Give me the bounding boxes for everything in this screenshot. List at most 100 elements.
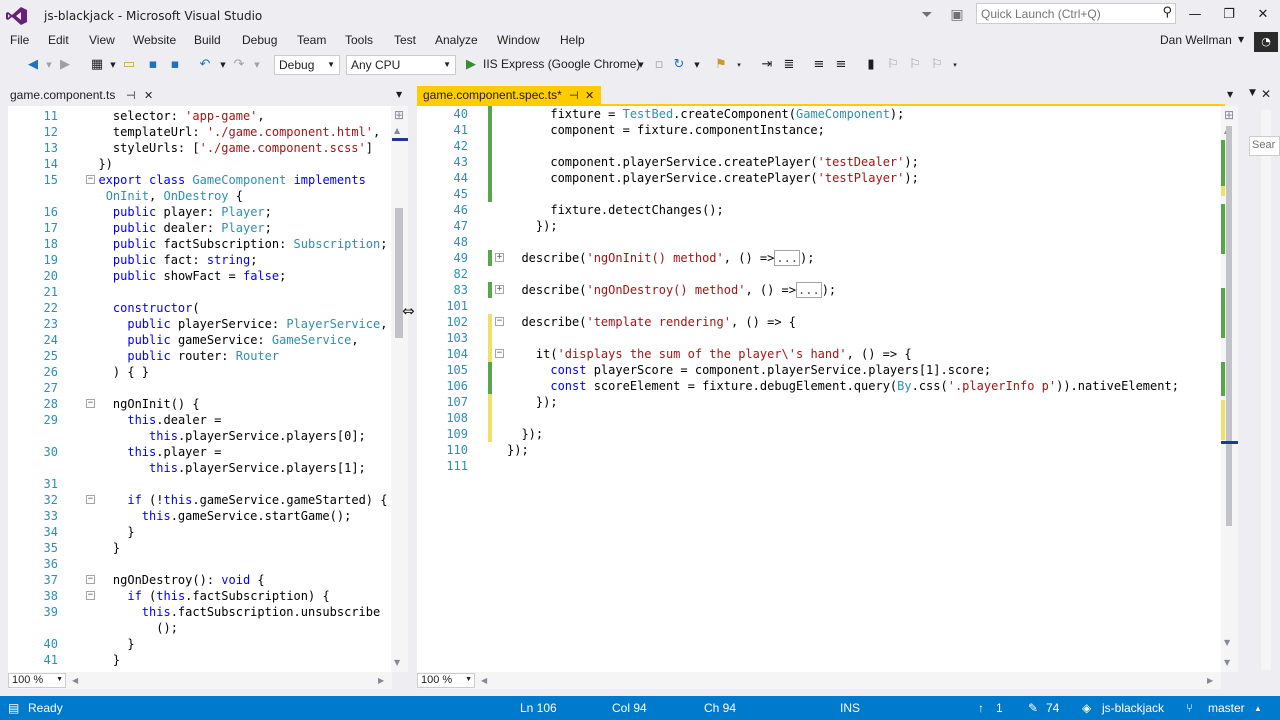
code-line[interactable]: 23 public playerService: PlayerService, <box>8 316 392 332</box>
scroll-right-icon[interactable]: ▶ <box>1207 676 1213 685</box>
quick-launch[interactable]: ⚲ <box>976 3 1176 24</box>
code-line[interactable]: 20 public showFact = false; <box>8 268 392 284</box>
code-line[interactable]: 108 <box>417 410 1221 426</box>
chevron-down-icon[interactable]: ▼ <box>1227 90 1233 99</box>
menu-analyze[interactable]: Analyze <box>435 33 478 47</box>
left-vertical-scrollbar[interactable]: ⊞ ▲ ▼ <box>391 106 408 672</box>
code-line[interactable]: 30 this.player = <box>8 444 392 460</box>
code-line[interactable]: 11 selector: 'app-game', <box>8 108 392 124</box>
code-line[interactable]: 40 fixture = TestBed.createComponent(Gam… <box>417 106 1221 122</box>
repository-icon[interactable]: ◈ <box>1082 701 1091 715</box>
forward-icon[interactable]: ▶ <box>56 56 74 74</box>
status-unpushed-count[interactable]: 1 <box>996 701 1003 715</box>
code-line[interactable]: 45 <box>417 186 1221 202</box>
code-line[interactable]: 48 <box>417 234 1221 250</box>
menu-window[interactable]: Window <box>497 33 540 47</box>
code-line[interactable]: 82 <box>417 266 1221 282</box>
code-line[interactable]: 42 <box>417 138 1221 154</box>
collapse-icon[interactable]: − <box>495 349 504 358</box>
menu-edit[interactable]: Edit <box>48 33 69 47</box>
code-line[interactable]: 105 const playerScore = component.player… <box>417 362 1221 378</box>
code-line[interactable]: 41 component = fixture.componentInstance… <box>417 122 1221 138</box>
status-branch[interactable]: master <box>1208 701 1245 715</box>
menu-file[interactable]: File <box>10 33 29 47</box>
format-icon[interactable]: ≣ <box>780 56 798 74</box>
quick-launch-input[interactable] <box>977 4 1152 23</box>
menu-view[interactable]: View <box>89 33 115 47</box>
refresh-icon[interactable]: ↻ <box>670 56 688 74</box>
collapse-icon[interactable]: − <box>495 317 504 326</box>
tab-game-component[interactable]: game.component.ts <box>4 86 121 106</box>
collapse-icon[interactable]: − <box>86 575 95 584</box>
code-line[interactable]: 41 } <box>8 652 392 668</box>
code-line[interactable]: 35 } <box>8 540 392 556</box>
feedback-icon[interactable]: ▣ <box>948 6 966 24</box>
chevron-down-icon[interactable]: ▼ <box>1249 88 1256 98</box>
split-icon[interactable]: ⊞ <box>394 108 404 122</box>
code-line[interactable]: 107 }); <box>417 394 1221 410</box>
code-line[interactable]: 104 it('displays the sum of the player\'… <box>417 346 1221 362</box>
code-line[interactable]: 21 <box>8 284 392 300</box>
save-icon[interactable]: ▪ <box>144 56 162 74</box>
code-line[interactable]: 15 export class GameComponent implements… <box>8 172 392 188</box>
platform-dropdown[interactable]: Any CPU ▼ <box>346 55 456 75</box>
chevron-down-icon[interactable]: ▾ <box>946 56 964 74</box>
user-name[interactable]: Dan Wellman <box>1160 33 1232 47</box>
code-line[interactable]: 111 <box>417 458 1221 474</box>
bookmark-icon[interactable]: ▮ <box>862 56 880 74</box>
filter-icon[interactable]: ⏷ <box>918 6 936 24</box>
pin-icon[interactable]: ⊣ <box>126 89 136 102</box>
run-target-label[interactable]: IIS Express (Google Chrome) <box>483 57 640 71</box>
collapse-icon[interactable]: − <box>86 175 95 184</box>
code-line[interactable]: 16 public player: Player; <box>8 204 392 220</box>
chevron-down-icon[interactable]: ▼ <box>396 90 402 99</box>
pin-icon[interactable]: ⊣ <box>569 89 579 102</box>
code-line[interactable]: 101 <box>417 298 1221 314</box>
code-line[interactable]: 22 constructor( <box>8 300 392 316</box>
code-line[interactable]: 26 ) { } <box>8 364 392 380</box>
code-line[interactable]: 37 ngOnDestroy(): void {− <box>8 572 392 588</box>
uncomment-icon[interactable]: ≡ <box>832 56 850 74</box>
code-line[interactable]: 28 ngOnInit() {− <box>8 396 392 412</box>
code-line[interactable]: 39 this.factSubscription.unsubscribe <box>8 604 392 620</box>
avatar[interactable]: ◔ <box>1254 32 1278 52</box>
scroll-down-icon[interactable]: ▼ <box>1224 658 1230 667</box>
code-line[interactable]: 19 public fact: string; <box>8 252 392 268</box>
code-line[interactable]: OnInit, OnDestroy { <box>8 188 392 204</box>
branch-icon[interactable]: ⑂ <box>1186 701 1193 715</box>
redo-icon[interactable]: ↷ <box>230 56 248 74</box>
menu-help[interactable]: Help <box>560 33 585 47</box>
chevron-down-icon[interactable]: ▼ <box>1238 35 1244 44</box>
prev-bookmark-icon[interactable]: ⚐ <box>884 56 902 74</box>
pane-splitter[interactable] <box>408 86 417 689</box>
next-bookmark-icon[interactable]: ⚐ <box>906 56 924 74</box>
menu-debug[interactable]: Debug <box>242 33 277 47</box>
code-line[interactable]: 106 const scoreElement = fixture.debugEl… <box>417 378 1221 394</box>
close-icon[interactable]: ✕ <box>144 89 153 102</box>
chevron-down-icon[interactable]: ▼ <box>248 56 266 74</box>
code-line[interactable]: this.playerService.players[0]; <box>8 428 392 444</box>
restore-button[interactable]: ❐ <box>1214 5 1244 25</box>
chevron-up-icon[interactable]: ▲ <box>1254 704 1262 713</box>
find-icon[interactable]: ⚑ <box>712 56 730 74</box>
code-line[interactable]: 40 } <box>8 636 392 652</box>
code-line[interactable]: 38 if (this.factSubscription) {− <box>8 588 392 604</box>
run-icon[interactable]: ▶ <box>462 56 480 74</box>
close-button[interactable]: ✕ <box>1248 5 1278 25</box>
side-search-input[interactable]: Sear <box>1249 136 1280 156</box>
close-icon[interactable]: ✕ <box>1261 87 1271 101</box>
code-line[interactable]: 32 if (!this.gameService.gameStarted) {− <box>8 492 392 508</box>
left-zoom-dropdown[interactable]: 100 % ▼ <box>8 673 66 688</box>
scroll-left-icon[interactable]: ◀ <box>481 676 487 685</box>
chevron-down-icon[interactable]: ▾ <box>730 56 748 74</box>
code-line[interactable]: 49 describe('ngOnInit() method', () =>..… <box>417 250 1221 266</box>
expand-icon[interactable]: + <box>495 285 504 294</box>
code-line[interactable]: 47 }); <box>417 218 1221 234</box>
code-line[interactable]: 14 }) <box>8 156 392 172</box>
status-changes-count[interactable]: 74 <box>1046 701 1059 715</box>
scroll-left-icon[interactable]: ◀ <box>72 676 78 685</box>
chevron-down-icon[interactable]: ▼ <box>688 56 706 74</box>
browser-link-icon[interactable]: ▫ <box>650 56 668 74</box>
clear-bookmarks-icon[interactable]: ⚐ <box>928 56 946 74</box>
save-all-icon[interactable]: ▪ <box>166 56 184 74</box>
